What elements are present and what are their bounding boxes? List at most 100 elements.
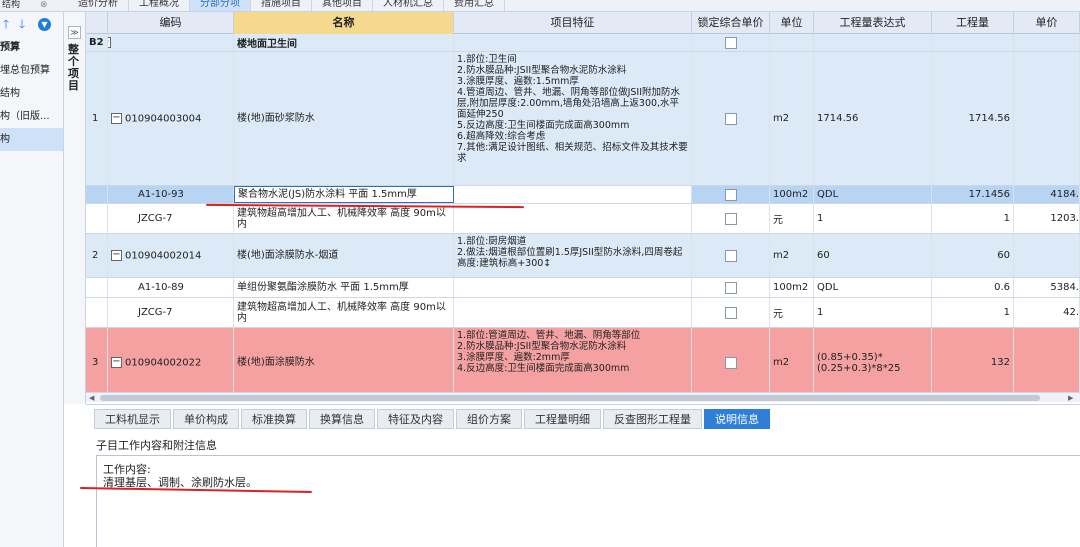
quantity-cell[interactable]: 0.6 [932, 278, 1014, 297]
column-header[interactable]: 单位 [770, 12, 814, 34]
bottom-tab[interactable]: 说明信息 [704, 409, 770, 429]
price-cell[interactable] [1014, 234, 1080, 277]
top-tab[interactable]: 工程概况 [129, 0, 190, 11]
group-row[interactable]: B2− 楼地面卫生间 [86, 34, 1080, 52]
bottom-tab[interactable]: 换算信息 [309, 409, 375, 429]
feature-cell[interactable] [454, 186, 692, 203]
collapse-icon[interactable]: ≫ [68, 26, 81, 39]
bottom-tab[interactable]: 标准换算 [241, 409, 307, 429]
unit-cell[interactable]: m2 [770, 52, 814, 185]
top-tab[interactable]: 分部分项 [190, 0, 251, 11]
price-cell[interactable]: 4184. [1014, 186, 1080, 203]
expr-cell[interactable]: (0.85+0.35)*(0.25+0.3)*8*25 [814, 328, 932, 392]
name-cell[interactable]: 建筑物超高增加人工、机械降效率 高度 90m以内 [234, 204, 454, 233]
scroll-right-icon[interactable]: ▶ [1068, 393, 1073, 403]
price-cell[interactable]: 1203. [1014, 204, 1080, 233]
horizontal-scrollbar[interactable]: ◀ ▶ [86, 392, 1080, 402]
lock-price-checkbox[interactable] [724, 281, 737, 294]
top-tab[interactable]: 费用汇总 [444, 0, 505, 11]
expr-cell[interactable]: 1 [814, 204, 932, 233]
item-row[interactable]: 3 −010904002022 楼(地)面涂膜防水 1.部位:管道周边、管井、地漏、阴… [86, 328, 1080, 392]
feature-cell[interactable]: 1.部位:厨房烟道 2.做法:烟道根部位置刷1.5厚JSII型防水涂料,四周卷起… [454, 234, 692, 277]
price-cell[interactable]: 42. [1014, 298, 1080, 327]
code-cell[interactable]: −010904002014 [108, 234, 234, 277]
left-nav-item[interactable]: 埋总包预算 [0, 59, 63, 82]
feature-cell[interactable] [454, 278, 692, 297]
collapse-toggle-icon[interactable]: − [111, 249, 122, 261]
column-header[interactable]: 工程量 [932, 12, 1014, 34]
lock-price-checkbox[interactable] [724, 249, 737, 262]
top-tab[interactable]: 措施项目 [251, 0, 312, 11]
expr-cell[interactable]: QDL [814, 186, 932, 203]
name-cell[interactable]: 楼(地)面涂膜防水-烟道 [234, 234, 454, 277]
price-cell[interactable]: 5384. [1014, 278, 1080, 297]
bottom-tab[interactable]: 特征及内容 [377, 409, 454, 429]
quantity-cell[interactable]: 1714.56 [932, 52, 1014, 185]
column-header[interactable]: 锁定综合单价 [692, 12, 770, 34]
sub-item-row[interactable]: JZCG-7 建筑物超高增加人工、机械降效率 高度 90m以内 元 1 1 42. [86, 298, 1080, 328]
expr-cell[interactable]: 1714.56 [814, 52, 932, 185]
quantity-cell[interactable]: 17.1456 [932, 186, 1014, 203]
code-cell[interactable]: −010904002022 [108, 328, 234, 392]
sub-item-row[interactable]: A1-10-93 聚合物水泥(JS)防水涂料 平面 1.5mm厚 100m2 QDL 1… [86, 186, 1080, 204]
left-nav-item[interactable]: 构（旧版... [0, 105, 63, 128]
feature-cell[interactable]: 1.部位:管道周边、管井、地漏、阴角等部位 2.防水膜品种:JSII型聚合物水泥… [454, 328, 692, 392]
unit-cell[interactable]: 100m2 [770, 186, 814, 203]
quantity-cell[interactable]: 1 [932, 298, 1014, 327]
lock-price-checkbox[interactable] [724, 306, 737, 319]
name-cell[interactable]: 建筑物超高增加人工、机械降效率 高度 90m以内 [234, 298, 454, 327]
top-tab[interactable]: 人材机汇总 [373, 0, 444, 11]
quantity-cell[interactable]: 1 [932, 204, 1014, 233]
top-tab[interactable]: 造价分析 [68, 0, 129, 11]
name-cell[interactable]: 楼(地)面砂浆防水 [234, 52, 454, 185]
bottom-tab[interactable]: 工料机显示 [94, 409, 171, 429]
column-header[interactable]: 项目特征 [454, 12, 692, 34]
column-header[interactable] [86, 12, 108, 34]
name-cell[interactable]: 楼(地)面涂膜防水 [234, 328, 454, 392]
code-cell[interactable]: −010904003004 [108, 52, 234, 185]
notes-textarea[interactable]: 工作内容: 清理基层、调制、涂刷防水层。 [96, 455, 1080, 547]
unit-cell[interactable]: 100m2 [770, 278, 814, 297]
lock-price-checkbox[interactable] [724, 188, 737, 201]
code-cell[interactable]: JZCG-7 [108, 204, 234, 233]
column-header[interactable]: 单价 [1014, 12, 1080, 34]
column-header[interactable]: 编码 [108, 12, 234, 34]
unit-cell[interactable]: 元 [770, 298, 814, 327]
bottom-tab[interactable]: 单价构成 [173, 409, 239, 429]
code-cell[interactable]: JZCG-7 [108, 298, 234, 327]
collapse-toggle-icon[interactable]: − [111, 356, 122, 368]
collapse-toggle-icon[interactable]: − [108, 37, 111, 48]
close-icon[interactable]: ⊗ [40, 0, 48, 10]
arrow-down-icon[interactable]: 🡓 [16, 17, 28, 31]
column-header[interactable]: 名称 [234, 12, 454, 34]
left-nav-item[interactable]: 构 [0, 128, 63, 151]
chevron-down-circle-icon[interactable]: ▼ [38, 17, 51, 31]
unit-cell[interactable]: m2 [770, 234, 814, 277]
scroll-left-icon[interactable]: ◀ [89, 393, 94, 403]
unit-cell[interactable]: 元 [770, 204, 814, 233]
item-row[interactable]: 2 −010904002014 楼(地)面涂膜防水-烟道 1.部位:厨房烟道 2.做法… [86, 234, 1080, 278]
whole-project-label[interactable]: 整个项目 [68, 44, 82, 92]
scrollbar-thumb[interactable] [100, 395, 1040, 401]
feature-cell[interactable]: 1.部位:卫生间 2.防水膜品种:JSII型聚合物水泥防水涂料 3.涂膜厚度、遍… [454, 52, 692, 185]
name-cell[interactable]: 聚合物水泥(JS)防水涂料 平面 1.5mm厚 [234, 186, 454, 203]
column-header[interactable]: 工程量表达式 [814, 12, 932, 34]
quantity-cell[interactable]: 132 [932, 328, 1014, 392]
feature-cell[interactable] [454, 298, 692, 327]
expr-cell[interactable]: QDL [814, 278, 932, 297]
sub-item-row[interactable]: JZCG-7 建筑物超高增加人工、机械降效率 高度 90m以内 元 1 1 1203. [86, 204, 1080, 234]
expr-cell[interactable]: 60 [814, 234, 932, 277]
bottom-tab[interactable]: 工程量明细 [524, 409, 601, 429]
lock-price-checkbox[interactable] [724, 212, 737, 225]
item-row[interactable]: 1 −010904003004 楼(地)面砂浆防水 1.部位:卫生间 2.防水膜品种:… [86, 52, 1080, 186]
left-nav-item[interactable]: 结构 [0, 82, 63, 105]
lock-price-checkbox[interactable] [724, 356, 737, 369]
left-nav-item[interactable]: 预算 [0, 36, 63, 59]
group-name-cell[interactable]: 楼地面卫生间 [234, 34, 454, 51]
feature-cell[interactable] [454, 204, 692, 233]
lock-price-checkbox[interactable] [724, 112, 737, 125]
code-cell[interactable]: A1-10-93 [108, 186, 234, 203]
unit-cell[interactable]: m2 [770, 328, 814, 392]
bottom-tab[interactable]: 组价方案 [456, 409, 522, 429]
expr-cell[interactable]: 1 [814, 298, 932, 327]
